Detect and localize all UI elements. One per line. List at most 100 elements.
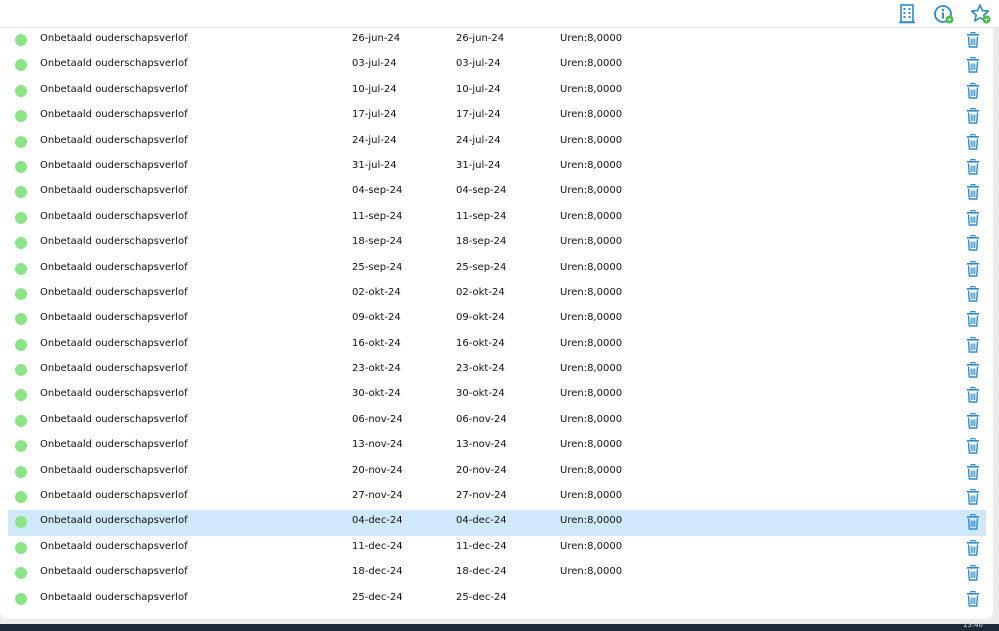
end-date: 18-dec-24 [456, 566, 507, 578]
trash-icon[interactable] [966, 463, 980, 480]
table-row[interactable]: Onbetaald ouderschapsverlof 24-jul-24 24-j… [8, 130, 986, 155]
end-date: 25-sep-24 [456, 261, 507, 273]
table-row[interactable]: Onbetaald ouderschapsverlof 06-nov-24 06-n… [8, 409, 986, 434]
table-row[interactable]: Onbetaald ouderschapsverlof 11-sep-24 11-s… [8, 206, 986, 231]
trash-icon[interactable] [966, 32, 980, 48]
end-date: 24-jul-24 [456, 134, 501, 146]
status-dot [15, 414, 27, 427]
leave-type: Onbetaald ouderschapsverlof [40, 388, 188, 400]
hours: Uren:8,0000 [560, 312, 623, 324]
trash-icon[interactable] [966, 260, 980, 277]
star-add-icon[interactable] [970, 3, 992, 25]
table-row[interactable]: Onbetaald ouderschapsverlof 27-nov-24 27-n… [8, 485, 986, 510]
end-date: 04-dec-24 [456, 515, 507, 527]
status-dot [15, 541, 27, 554]
hours: Uren:8,0000 [560, 413, 623, 425]
trash-icon[interactable] [966, 235, 980, 251]
trash-icon[interactable] [966, 209, 980, 226]
trash-icon[interactable] [966, 158, 980, 175]
building-icon[interactable] [896, 3, 918, 25]
top-toolbar [0, 0, 999, 28]
leave-list-panel: Onbetaald ouderschapsverlof 26-jun-24 26-j… [0, 28, 993, 619]
leave-type: Onbetaald ouderschapsverlof [40, 439, 188, 451]
trash-icon[interactable] [966, 82, 980, 99]
status-dot [15, 135, 27, 148]
table-row[interactable]: Onbetaald ouderschapsverlof 13-nov-24 13-n… [8, 434, 986, 459]
end-date: 27-nov-24 [456, 490, 507, 502]
table-row[interactable]: Onbetaald ouderschapsverlof 25-dec-24 25-d… [8, 587, 986, 612]
status-dot [15, 84, 27, 97]
trash-icon[interactable] [966, 438, 980, 454]
start-date: 11-sep-24 [352, 210, 403, 222]
trash-icon[interactable] [966, 336, 980, 353]
start-date: 10-jul-24 [352, 83, 397, 95]
status-dot [15, 211, 27, 224]
leave-type: Onbetaald ouderschapsverlof [40, 540, 188, 552]
table-row[interactable]: Onbetaald ouderschapsverlof 04-sep-24 04-s… [8, 180, 986, 205]
trash-icon[interactable] [966, 362, 980, 378]
status-dot [15, 186, 27, 199]
table-row[interactable]: Onbetaald ouderschapsverlof 17-jul-24 17-j… [8, 104, 986, 129]
trash-icon[interactable] [966, 412, 980, 429]
table-row[interactable]: Onbetaald ouderschapsverlof 20-nov-24 20-n… [8, 460, 986, 485]
table-row[interactable]: Onbetaald ouderschapsverlof 16-okt-24 16-o… [8, 333, 986, 358]
start-date: 31-jul-24 [352, 159, 397, 171]
status-dot [15, 338, 27, 351]
start-date: 25-dec-24 [352, 591, 403, 603]
table-row[interactable]: Onbetaald ouderschapsverlof 25-sep-24 25-s… [8, 257, 986, 282]
start-date: 18-sep-24 [352, 236, 403, 248]
leave-type: Onbetaald ouderschapsverlof [40, 591, 188, 603]
table-row[interactable]: Onbetaald ouderschapsverlof 23-okt-24 23-o… [8, 358, 986, 383]
hours: Uren:8,0000 [560, 363, 623, 375]
table-row[interactable]: Onbetaald ouderschapsverlof 18-dec-24 18-d… [8, 561, 986, 586]
trash-icon[interactable] [966, 311, 980, 327]
leave-type: Onbetaald ouderschapsverlof [40, 286, 188, 298]
trash-icon[interactable] [966, 285, 980, 302]
start-date: 09-okt-24 [352, 312, 401, 324]
leave-type: Onbetaald ouderschapsverlof [40, 33, 188, 44]
trash-icon[interactable] [966, 565, 980, 581]
table-row[interactable]: Onbetaald ouderschapsverlof 02-okt-24 02-o… [8, 282, 986, 307]
table-row[interactable]: Onbetaald ouderschapsverlof 18-sep-24 18-s… [8, 231, 986, 256]
hours: Uren:8,0000 [560, 388, 623, 400]
trash-icon[interactable] [966, 133, 980, 150]
leave-type: Onbetaald ouderschapsverlof [40, 210, 188, 222]
start-date: 03-jul-24 [352, 58, 397, 70]
leave-type: Onbetaald ouderschapsverlof [40, 185, 188, 197]
trash-icon[interactable] [966, 590, 980, 607]
hours: Uren:8,0000 [560, 464, 623, 476]
status-dot [15, 313, 27, 326]
end-date: 31-jul-24 [456, 159, 501, 171]
leave-type: Onbetaald ouderschapsverlof [40, 261, 188, 273]
trash-icon[interactable] [966, 57, 980, 74]
trash-icon[interactable] [966, 539, 980, 556]
table-row[interactable]: Onbetaald ouderschapsverlof 30-okt-24 30-o… [8, 383, 986, 408]
table-row[interactable]: Onbetaald ouderschapsverlof 31-jul-24 31-j… [8, 155, 986, 180]
end-date: 02-okt-24 [456, 286, 505, 298]
trash-icon[interactable] [966, 387, 980, 404]
table-row[interactable]: Onbetaald ouderschapsverlof 03-jul-24 03-j… [8, 53, 986, 78]
table-row[interactable]: Onbetaald ouderschapsverlof 09-okt-24 09-o… [8, 307, 986, 332]
hours: Uren:8,0000 [560, 515, 623, 527]
hours: Uren:8,0000 [560, 109, 623, 121]
table-row[interactable]: Onbetaald ouderschapsverlof 11-dec-24 11-d… [8, 536, 986, 561]
hours: Uren:8,0000 [560, 185, 623, 197]
start-date: 16-okt-24 [352, 337, 401, 349]
status-dot [15, 364, 27, 377]
leave-type: Onbetaald ouderschapsverlof [40, 413, 188, 425]
start-date: 04-sep-24 [352, 185, 403, 197]
leave-type: Onbetaald ouderschapsverlof [40, 159, 188, 171]
table-row[interactable]: Onbetaald ouderschapsverlof 26-jun-24 26-j… [8, 28, 986, 53]
trash-icon[interactable] [966, 489, 980, 505]
leave-type: Onbetaald ouderschapsverlof [40, 464, 188, 476]
trash-icon[interactable] [966, 184, 980, 201]
end-date: 23-okt-24 [456, 363, 505, 375]
end-date: 26-jun-24 [456, 33, 505, 44]
start-date: 13-nov-24 [352, 439, 403, 451]
info-add-icon[interactable] [933, 3, 955, 25]
table-row[interactable]: Onbetaald ouderschapsverlof 10-jul-24 10-j… [8, 79, 986, 104]
trash-icon[interactable] [966, 514, 980, 531]
table-row[interactable]: Onbetaald ouderschapsverlof 04-dec-24 04-d… [8, 510, 986, 536]
trash-icon[interactable] [966, 108, 980, 124]
end-date: 03-jul-24 [456, 58, 501, 70]
